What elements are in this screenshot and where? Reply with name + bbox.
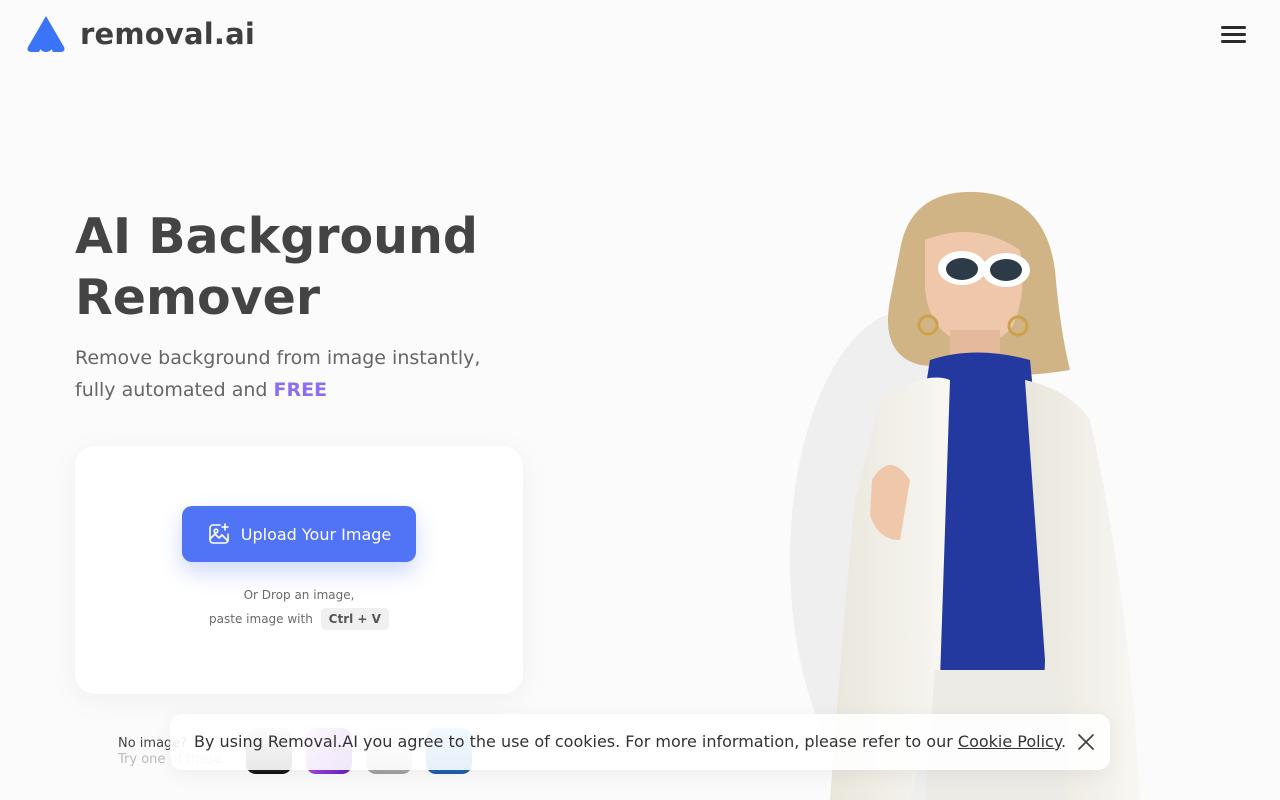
hero-subtitle-line2: fully automated and	[75, 379, 274, 401]
upload-dropzone[interactable]: Upload Your Image Or Drop an image, past…	[75, 446, 523, 694]
hero-subtitle-line1: Remove background from image instantly,	[75, 347, 481, 369]
cookie-banner: By using Removal.AI you agree to the use…	[170, 714, 1110, 770]
upload-button-label: Upload Your Image	[240, 524, 392, 544]
cookie-suffix: .	[1061, 732, 1067, 751]
logo[interactable]: removal.ai	[24, 14, 255, 54]
free-highlight: FREE	[273, 379, 328, 401]
paste-text: paste image with	[209, 612, 313, 626]
cookie-message: By using Removal.AI you agree to the use…	[194, 732, 958, 751]
hamburger-menu-icon[interactable]	[1217, 22, 1249, 50]
cookie-policy-link[interactable]: Cookie Policy	[958, 732, 1061, 751]
drop-line1: Or Drop an image,	[243, 588, 355, 602]
hero-title-line2: Remover	[75, 269, 321, 326]
site-header: removal.ai	[0, 0, 1280, 72]
keyboard-shortcut: Ctrl + V	[320, 608, 389, 630]
close-icon[interactable]	[1075, 731, 1097, 753]
logo-text: removal.ai	[80, 17, 256, 51]
removal-logo-icon	[27, 16, 65, 52]
cookie-text: By using Removal.AI you agree to the use…	[194, 731, 1066, 753]
drop-line2: paste image with Ctrl + V	[75, 607, 523, 631]
hero-image	[790, 191, 1140, 800]
hero-title: AI Background Remover	[75, 206, 595, 328]
hero-subtitle: Remove background from image instantly, …	[75, 342, 545, 406]
upload-image-button[interactable]: Upload Your Image	[182, 506, 416, 562]
hero-title-line1: AI Background	[75, 208, 479, 265]
image-upload-icon	[208, 523, 229, 544]
drop-instructions: Or Drop an image, paste image with Ctrl …	[75, 583, 523, 631]
